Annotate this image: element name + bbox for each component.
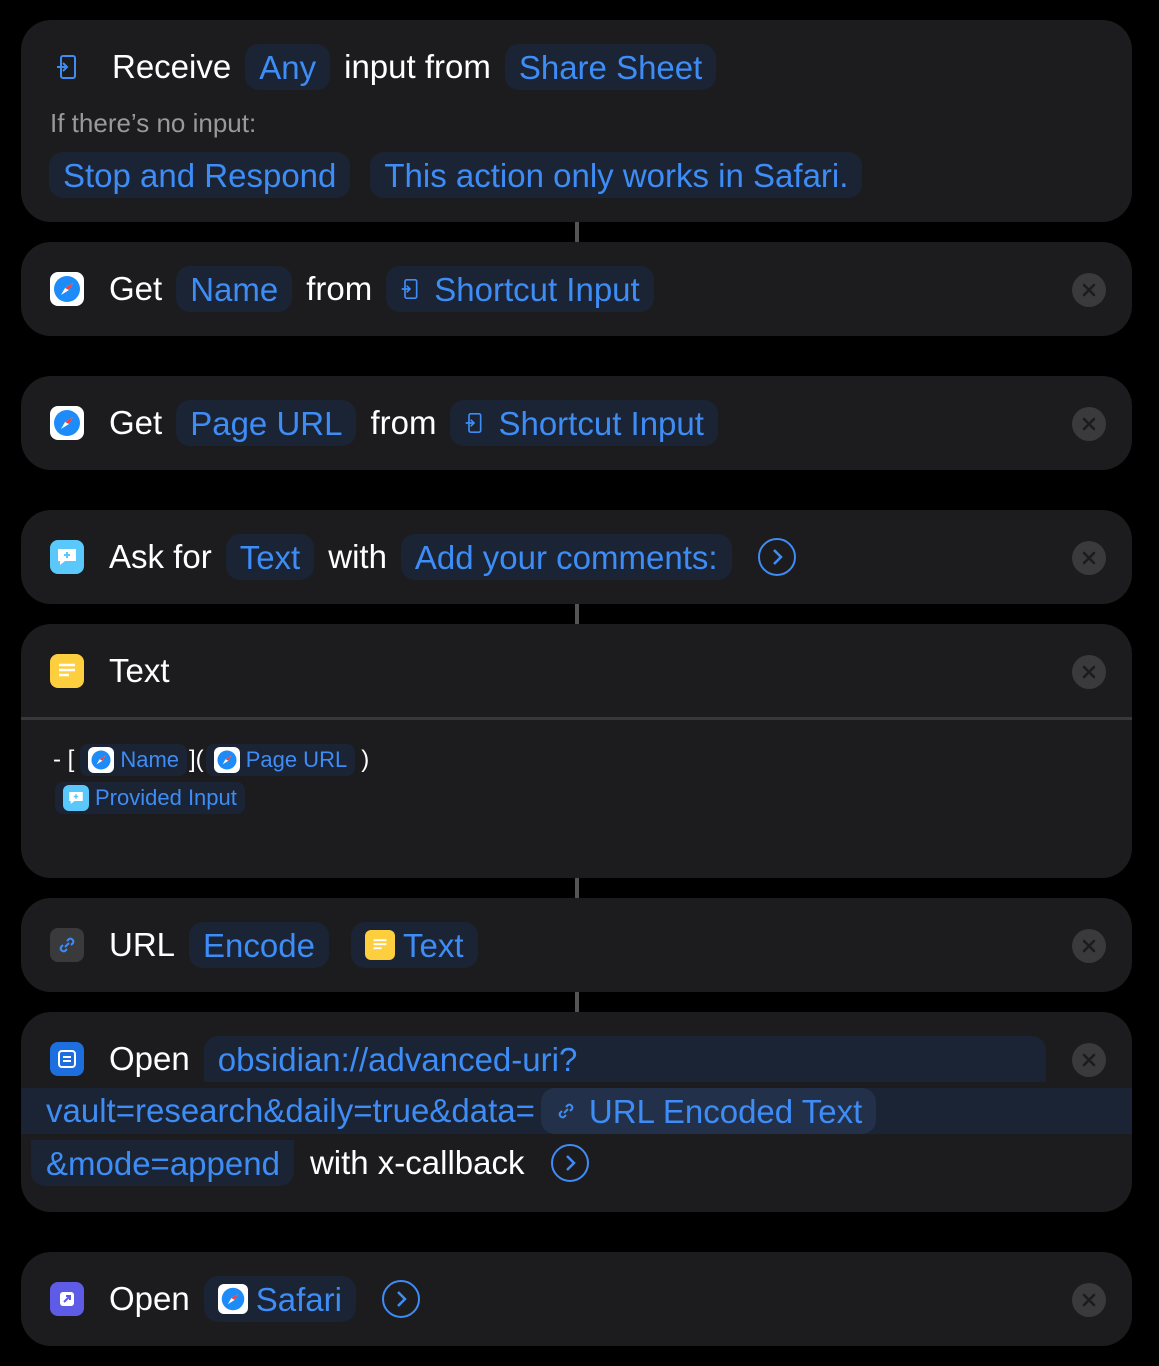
page-url-variable-token[interactable]: Page URL [205,744,356,776]
close-icon[interactable] [1072,655,1106,689]
url-label: URL [109,926,176,963]
open-app-icon [50,1282,84,1316]
with-label: with [328,538,387,575]
link-icon [50,928,84,962]
ask-icon [63,785,89,811]
receive-label: Receive [112,48,232,85]
open-label: Open [109,1280,190,1317]
provided-input-variable-token[interactable]: Provided Input [55,782,245,814]
no-input-label: If there’s no input: [50,108,257,138]
get-name-action-card[interactable]: Get Name from Shortcut Input [21,242,1132,336]
chevron-right-icon[interactable] [757,538,796,576]
url-token-line2[interactable]: vault=research&daily=true&data= [46,1092,535,1130]
text-mid: ]( [189,746,204,773]
text-action-card[interactable]: Text - [ Name ]( Page URL ) Provided Inp… [21,624,1132,878]
close-icon[interactable] [1072,541,1106,575]
from-label: from [370,404,437,441]
x-callback-label: with x-callback [309,1144,525,1181]
safari-icon [217,1284,248,1314]
property-token[interactable]: Name [176,266,293,312]
close-icon[interactable] [1072,929,1106,963]
text-variable-token[interactable]: Text [350,922,478,968]
shortcut-input-icon [401,279,418,299]
url-token-line1[interactable]: obsidian://advanced-uri? [203,1036,1046,1082]
url-token-line3[interactable]: &mode=append [31,1140,294,1186]
from-label: from [306,270,373,307]
connector [575,222,579,242]
app-label: Safari [255,1280,342,1318]
shortcut-input-token[interactable]: Shortcut Input [450,400,718,446]
open-url-icon [50,1042,84,1076]
shortcut-input-label: Shortcut Input [498,404,704,442]
input-type-token[interactable]: Text [225,534,315,580]
connector [575,878,579,898]
share-sheet-icon [50,50,84,84]
provided-input-label: Provided Input [95,785,237,810]
ask-for-label: Ask for [109,538,212,575]
open-label: Open [109,1040,190,1077]
url-encoded-text-label: URL Encoded Text [588,1092,863,1130]
safari-icon [213,747,240,773]
text-body[interactable]: - [ Name ]( Page URL ) Provided Input [53,742,369,814]
url-encode-action-card[interactable]: URL Encode Text [21,898,1132,992]
chevron-right-icon[interactable] [381,1280,420,1318]
connector [575,604,579,624]
get-label: Get [109,270,163,307]
close-icon[interactable] [1072,1043,1106,1077]
message-token[interactable]: This action only works in Safari. [370,152,863,198]
shortcut-input-icon [466,413,482,433]
ask-action-card[interactable]: Ask for Text with Add your comments: [21,510,1132,604]
text-suffix: ) [361,746,370,773]
link-icon [558,1103,574,1119]
app-token[interactable]: Safari [203,1276,356,1322]
close-icon[interactable] [1072,1283,1106,1317]
text-variable-label: Text [402,926,464,964]
prompt-token[interactable]: Add your comments: [400,534,732,580]
connector [575,992,579,1012]
text-action-title: Text [109,652,170,689]
input-type-token[interactable]: Any [245,44,331,90]
get-label: Get [109,404,163,441]
text-icon [50,654,84,688]
ask-icon [50,540,84,574]
safari-icon [88,747,115,773]
input-from-label: input from [344,48,491,85]
name-variable-label: Name [120,747,180,772]
fallback-token[interactable]: Stop and Respond [49,152,351,198]
receive-action-card[interactable]: Receive Any input from Share Sheet If th… [21,20,1132,222]
shortcut-input-label: Shortcut Input [434,270,640,308]
url-encoded-text-token[interactable]: URL Encoded Text [540,1088,877,1134]
property-token[interactable]: Page URL [176,400,357,446]
get-url-action-card[interactable]: Get Page URL from Shortcut Input [21,376,1132,470]
text-icon [364,930,395,960]
close-icon[interactable] [1072,273,1106,307]
close-icon[interactable] [1072,407,1106,441]
text-prefix: - [ [53,746,75,773]
encode-mode-token[interactable]: Encode [189,922,329,968]
safari-icon [50,272,84,306]
open-app-action-card[interactable]: Open Safari [21,1252,1132,1346]
divider [21,717,1132,720]
safari-icon [50,406,84,440]
page-url-variable-label: Page URL [245,747,348,772]
name-variable-token[interactable]: Name [80,744,188,776]
open-url-action-card[interactable]: Open obsidian://advanced-uri? vault=rese… [21,1012,1132,1212]
input-source-token[interactable]: Share Sheet [504,44,717,90]
shortcut-input-token[interactable]: Shortcut Input [386,266,654,312]
chevron-right-icon[interactable] [550,1144,589,1182]
